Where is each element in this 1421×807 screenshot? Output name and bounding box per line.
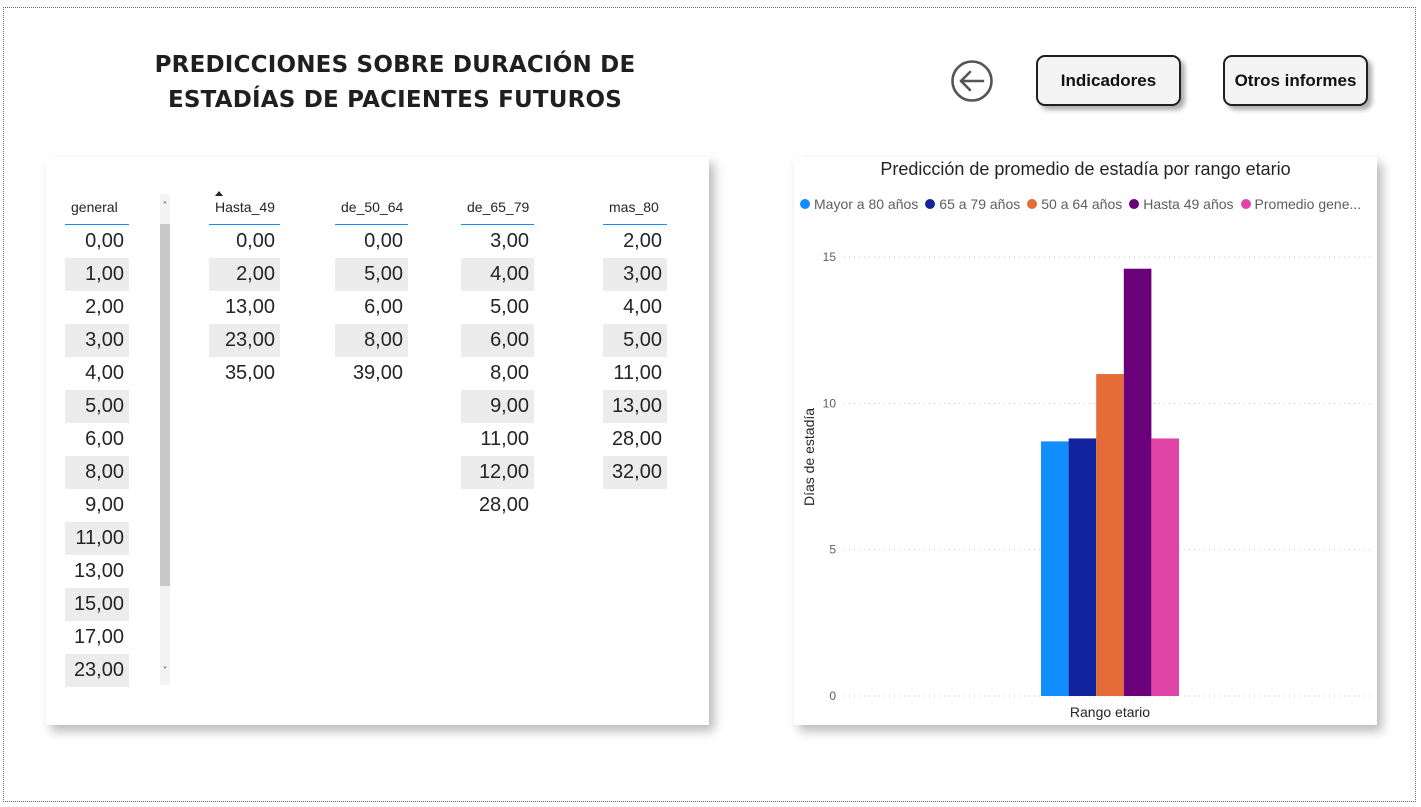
bar[interactable]: [1041, 441, 1069, 696]
column-header[interactable]: Hasta_49: [209, 191, 280, 225]
column-header[interactable]: mas_80: [603, 197, 667, 225]
indicadores-button[interactable]: Indicadores: [1036, 55, 1181, 106]
y-tick-label: 5: [829, 543, 836, 557]
table-cell: 9,00: [461, 390, 534, 423]
table-cell: 11,00: [480, 428, 529, 450]
bar[interactable]: [1096, 374, 1124, 696]
y-tick-label: 10: [823, 396, 837, 410]
y-tick-label: 0: [829, 689, 836, 703]
table-cell: 3,00: [603, 258, 667, 291]
table-cell: 11,00: [613, 362, 662, 384]
y-axis-label: Días de estadía: [801, 408, 817, 506]
table-cell: 6,00: [461, 324, 534, 357]
column-header[interactable]: general: [65, 197, 129, 225]
column-header-label: de_65_79: [467, 199, 530, 215]
table-cell: 0,00: [364, 230, 403, 252]
table-cell: 8,00: [490, 362, 529, 384]
column-de-50-64: de_50_64 0,00 5,00 6,00 8,00 39,00: [335, 197, 408, 390]
table-cell: 0,00: [236, 230, 275, 252]
table-cell: 15,00: [65, 588, 129, 621]
table-cell: 5,00: [603, 324, 667, 357]
table-cell: 4,00: [85, 362, 124, 384]
table-cell: 17,00: [73, 626, 124, 648]
column-header-label: de_50_64: [341, 199, 404, 215]
column-hasta-49: Hasta_49 0,00 2,00 13,00 23,00 35,00: [209, 191, 280, 390]
table-cell: 3,00: [490, 230, 529, 252]
table-cell: 13,00: [224, 296, 275, 318]
table-cell: 28,00: [611, 428, 662, 450]
table-cell: 2,00: [85, 296, 124, 318]
page-title-line1: PREDICCIONES SOBRE DURACIÓN DE: [154, 52, 636, 78]
column-mas-80: mas_80 2,00 3,00 4,00 5,00 11,00 13,00 28,00 32,…: [603, 197, 667, 489]
table-cell: 28,00: [478, 494, 529, 516]
scrollbar-thumb[interactable]: [160, 224, 170, 586]
column-header[interactable]: de_65_79: [461, 197, 534, 225]
chart-plot: 0 5 10 15 Rango etario Días de estadía: [801, 250, 1374, 720]
table-cell: 6,00: [85, 428, 124, 450]
x-axis-label: Rango etario: [1070, 704, 1150, 720]
chart-visual: Predicción de promedio de estadía por ra…: [794, 157, 1377, 725]
table-cell: 0,00: [85, 230, 124, 252]
chevron-up-icon[interactable]: ˄: [160, 200, 170, 214]
table-cell: 3,00: [65, 324, 129, 357]
table-cell: 4,00: [623, 296, 662, 318]
table-cell: 23,00: [65, 654, 129, 687]
table-cell: 13,00: [603, 390, 667, 423]
table-cell: 8,00: [335, 324, 408, 357]
table-cell: 6,00: [364, 296, 403, 318]
page-title-line2: ESTADÍAS DE PACIENTES FUTUROS: [167, 87, 623, 113]
table-cell: 9,00: [85, 494, 124, 516]
chevron-down-icon[interactable]: ˅: [160, 665, 170, 679]
table-cell: 23,00: [209, 324, 280, 357]
table-cell: 2,00: [623, 230, 662, 252]
table-cell: 35,00: [224, 362, 275, 384]
page-title: PREDICCIONES SOBRE DURACIÓN DE ESTADÍAS …: [140, 48, 650, 118]
table-scrollbar[interactable]: ˄ ˅: [160, 194, 170, 685]
table-cell: 5,00: [335, 258, 408, 291]
sort-ascending-icon: [215, 191, 223, 196]
table-cell: 4,00: [461, 258, 534, 291]
table-cell: 39,00: [352, 362, 403, 384]
column-header-label: mas_80: [609, 199, 659, 215]
column-de-65-79: de_65_79 3,00 4,00 5,00 6,00 8,00 9,00 11,00 12,…: [461, 197, 534, 522]
table-cell: 1,00: [65, 258, 129, 291]
table-cell: 13,00: [73, 560, 124, 582]
column-header[interactable]: de_50_64: [335, 197, 408, 225]
bar[interactable]: [1123, 268, 1152, 696]
table-cell: 5,00: [65, 390, 129, 423]
table-cell: 12,00: [461, 456, 534, 489]
column-general: general 0,00 1,00 2,00 3,00 4,00 5,00 6,00 8,00 9…: [65, 197, 129, 687]
predictions-table-visual: general 0,00 1,00 2,00 3,00 4,00 5,00 6,00 8,00 9…: [46, 157, 709, 725]
otros-informes-button[interactable]: Otros informes: [1223, 55, 1368, 106]
column-header-label: Hasta_49: [215, 199, 275, 215]
table-cell: 8,00: [65, 456, 129, 489]
table-cell: 5,00: [490, 296, 529, 318]
arrow-left-circle-icon: [951, 60, 993, 102]
table-cell: 11,00: [65, 522, 129, 555]
bar[interactable]: [1151, 438, 1179, 696]
table-cell: 32,00: [603, 456, 667, 489]
back-button[interactable]: [950, 59, 994, 103]
column-header-label: general: [71, 199, 118, 215]
y-tick-label: 15: [823, 250, 837, 264]
table-cell: 2,00: [209, 258, 280, 291]
bar[interactable]: [1068, 438, 1097, 696]
